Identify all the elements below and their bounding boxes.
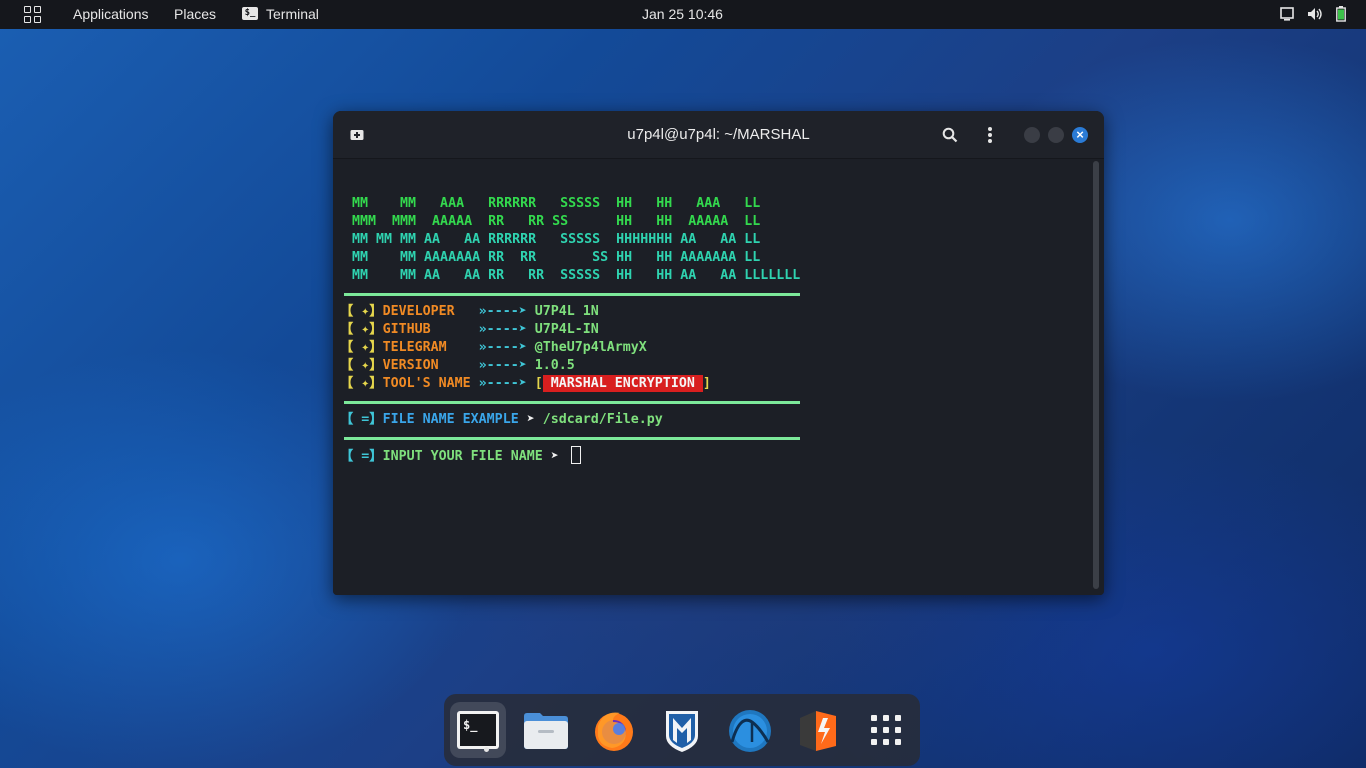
- wireshark-icon: [729, 710, 771, 752]
- maximize-button[interactable]: [1048, 127, 1064, 143]
- terminal-window[interactable]: u7p4l@u7p4l: ~/MARSHAL × MM MM AAA RRRRR…: [333, 111, 1104, 595]
- app-grid-icon: [871, 715, 901, 745]
- minimize-button[interactable]: [1024, 127, 1040, 143]
- activities-grid-icon[interactable]: [24, 6, 42, 24]
- terminal-output[interactable]: MM MM AAA RRRRRR SSSSS HH HH AAA LL MMM …: [333, 159, 1104, 595]
- info-line-tool-name: 【 ✦】TOOL'S NAME »----➤ [MARSHAL ENCRYPTI…: [340, 375, 711, 392]
- top-panel: Applications Places $_ Terminal Jan 25 10…: [0, 0, 1366, 29]
- banner-line: MMM MMM AAAAA RR RR SS HH HH AAAAA LL: [352, 214, 761, 229]
- firefox-icon: [595, 712, 633, 751]
- volume-icon[interactable]: [1307, 7, 1323, 21]
- terminal-icon: $_: [457, 711, 499, 749]
- banner-line: MM MM AAAAAAA RR RR SS HH HH AAAAAAA LL: [352, 250, 761, 265]
- banner-line: MM MM AA AA RR RR SSSSS HH HH AA AA LLLL…: [352, 268, 801, 283]
- separator: [344, 401, 800, 404]
- screen-icon[interactable]: [1280, 7, 1294, 21]
- dock-app-grid[interactable]: [858, 702, 914, 758]
- text-cursor: [570, 446, 581, 464]
- svg-text:$_: $_: [463, 718, 478, 733]
- separator: [344, 293, 800, 296]
- title-bar[interactable]: u7p4l@u7p4l: ~/MARSHAL ×: [333, 111, 1104, 159]
- clock[interactable]: Jan 25 10:46: [642, 0, 723, 29]
- active-app-menu[interactable]: $_ Terminal: [242, 0, 319, 29]
- close-button[interactable]: ×: [1072, 127, 1088, 143]
- info-line-telegram: 【 ✦】TELEGRAM »----➤ @TheU7p4lArmyX: [340, 340, 647, 355]
- terminal-icon: $_: [242, 6, 258, 20]
- dock-terminal[interactable]: $_: [450, 702, 506, 758]
- metasploit-icon: [666, 711, 698, 752]
- banner-line: MM MM AAA RRRRRR SSSSS HH HH AAA LL: [352, 196, 761, 211]
- banner-line: MM MM MM AA AA RRRRRR SSSSS HHHHHHH AA A…: [352, 232, 761, 247]
- menu-icon[interactable]: [987, 126, 993, 144]
- places-menu[interactable]: Places: [174, 0, 216, 29]
- search-icon[interactable]: [942, 127, 958, 143]
- info-line-version: 【 ✦】VERSION »----➤ 1.0.5: [340, 358, 575, 373]
- dock-wireshark[interactable]: [722, 702, 778, 758]
- burpsuite-icon: [800, 711, 836, 751]
- running-indicator: [484, 747, 489, 752]
- separator: [344, 437, 800, 440]
- tool-name-badge: MARSHAL ENCRYPTION: [542, 375, 703, 392]
- active-app-label: Terminal: [266, 6, 319, 22]
- scrollbar[interactable]: [1093, 161, 1099, 589]
- dock-firefox[interactable]: [586, 702, 642, 758]
- example-line: 【 =】FILE NAME EXAMPLE ➤ /sdcard/File.py: [340, 412, 663, 427]
- dock-files[interactable]: [518, 702, 574, 758]
- info-line-github: 【 ✦】GITHUB »----➤ U7P4L-IN: [340, 322, 599, 337]
- battery-icon[interactable]: [1336, 6, 1346, 22]
- dock-metasploit[interactable]: [654, 702, 710, 758]
- dock: $_: [444, 694, 920, 766]
- info-line-developer: 【 ✦】DEVELOPER »----➤ U7P4L 1N: [340, 304, 599, 319]
- applications-menu[interactable]: Applications: [73, 0, 149, 29]
- files-icon: [524, 713, 568, 749]
- prompt-line[interactable]: 【 =】INPUT YOUR FILE NAME ➤: [340, 446, 581, 465]
- dock-burpsuite[interactable]: [790, 702, 846, 758]
